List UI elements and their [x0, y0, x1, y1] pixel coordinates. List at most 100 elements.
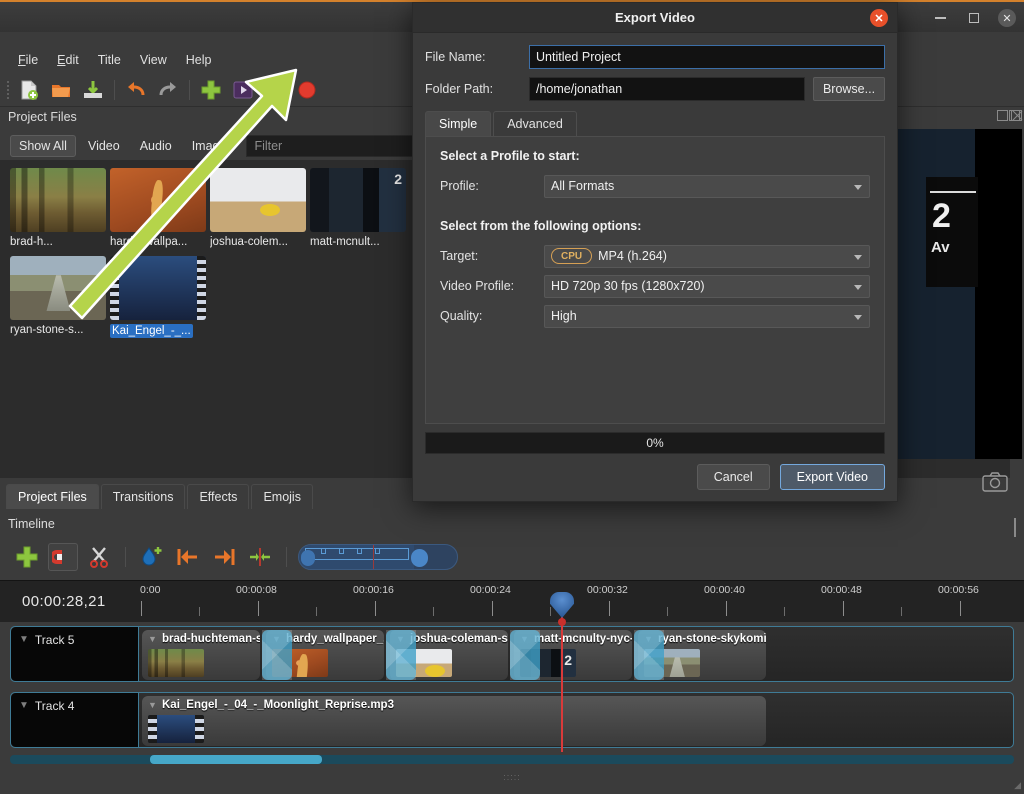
- file-item[interactable]: matt-mcnult...: [310, 168, 409, 248]
- dialog-buttons: Cancel Export Video: [413, 454, 897, 490]
- target-select[interactable]: CPU MP4 (h.264): [544, 244, 870, 268]
- transition-clip[interactable]: [262, 630, 292, 680]
- transition-clip[interactable]: [510, 630, 540, 680]
- timeline-hscrollbar[interactable]: [10, 755, 1014, 764]
- timeline-dock-buttons: [1014, 518, 1016, 537]
- browse-button[interactable]: Browse...: [813, 77, 885, 101]
- maximize-button[interactable]: [964, 8, 984, 28]
- chevron-down-icon: [854, 254, 862, 260]
- chevron-down-icon[interactable]: ▼: [19, 633, 29, 647]
- chevron-down-icon: [854, 284, 862, 290]
- snapping-magnet-icon[interactable]: [48, 543, 78, 571]
- next-marker-icon[interactable]: [209, 543, 239, 571]
- folder-path-input[interactable]: /home/jonathan: [529, 77, 805, 101]
- open-project-icon[interactable]: [46, 76, 76, 104]
- animated-title-icon[interactable]: [228, 76, 258, 104]
- file-item[interactable]: ryan-stone-s...: [10, 256, 109, 343]
- toolbar-separator: [114, 79, 115, 100]
- tab-project-files[interactable]: Project Files: [6, 484, 99, 509]
- record-icon[interactable]: [292, 76, 322, 104]
- track-row[interactable]: ▼ Track 5 ▼ brad-huchteman-s... ▼ hardy_…: [10, 626, 1014, 682]
- quality-select[interactable]: High: [544, 304, 870, 328]
- export-video-button[interactable]: Export Video: [779, 464, 885, 490]
- track-header[interactable]: ▼ Track 5: [11, 627, 139, 681]
- zoom-handle-left[interactable]: [301, 550, 315, 566]
- tab-advanced[interactable]: Advanced: [493, 111, 577, 136]
- add-marker-icon[interactable]: [137, 543, 167, 571]
- razor-cut-icon[interactable]: [84, 543, 114, 571]
- float-preview-icon[interactable]: [997, 110, 1008, 121]
- import-files-icon[interactable]: [196, 76, 226, 104]
- file-label: hardy_wallpa...: [110, 236, 188, 248]
- menu-file[interactable]: File: [10, 50, 46, 70]
- ruler-label: 00:00:48: [821, 584, 862, 596]
- chevron-down-icon[interactable]: ▼: [148, 700, 157, 710]
- redo-icon[interactable]: [153, 76, 183, 104]
- previous-marker-icon[interactable]: [173, 543, 203, 571]
- tab-emojis[interactable]: Emojis: [251, 484, 313, 509]
- quality-value: High: [551, 309, 577, 323]
- simple-tab-panel: Select a Profile to start: Profile: All …: [425, 136, 885, 424]
- transition-clip[interactable]: [386, 630, 416, 680]
- filter-video-button[interactable]: Video: [80, 136, 128, 156]
- timeline-ruler[interactable]: 00:00:28,21 0:00 00:00:08 00:00:16 00:00…: [0, 580, 1024, 622]
- file-item[interactable]: joshua-colem...: [210, 168, 309, 248]
- file-thumbnail: [310, 168, 406, 232]
- new-project-icon[interactable]: [14, 76, 44, 104]
- transition-clip[interactable]: [634, 630, 664, 680]
- playhead[interactable]: [550, 592, 574, 752]
- dialog-titlebar: Export Video ✕: [413, 3, 897, 33]
- profile-select[interactable]: All Formats: [544, 174, 870, 198]
- profile-label: Profile:: [440, 179, 479, 193]
- tab-effects[interactable]: Effects: [187, 484, 250, 509]
- video-profile-label: Video Profile:: [440, 279, 515, 293]
- close-dialog-button[interactable]: ✕: [870, 9, 888, 27]
- undo-icon[interactable]: [121, 76, 151, 104]
- filter-image-button[interactable]: Image: [184, 136, 235, 156]
- video-preview-dock: 2 Av: [896, 107, 1024, 507]
- scrollbar-thumb[interactable]: [150, 755, 322, 764]
- center-playhead-icon[interactable]: [245, 543, 275, 571]
- export-progress-bar: 0%: [425, 432, 885, 454]
- timeline-zoom-slider[interactable]: [298, 544, 458, 570]
- export-video-icon[interactable]: [260, 76, 290, 104]
- file-item[interactable]: hardy_wallpa...: [110, 168, 209, 248]
- file-name-input[interactable]: Untitled Project: [529, 45, 885, 69]
- chevron-down-icon[interactable]: ▼: [19, 699, 29, 713]
- openshot-main-window: * Untitled Proj ✕ File Edit Title View H…: [0, 0, 1024, 794]
- dialog-title: Export Video: [615, 10, 695, 25]
- save-project-icon[interactable]: [78, 76, 108, 104]
- video-profile-select[interactable]: HD 720p 30 fps (1280x720): [544, 274, 870, 298]
- timeline-clip[interactable]: ▼ brad-huchteman-s...: [142, 630, 260, 680]
- close-window-button[interactable]: ✕: [998, 9, 1016, 27]
- chevron-down-icon[interactable]: ▼: [148, 634, 157, 644]
- timeline-clip[interactable]: ▼ Kai_Engel_-_04_-_Moonlight_Reprise.mp3: [142, 696, 766, 746]
- add-track-icon[interactable]: [12, 543, 42, 571]
- clip-thumbnail: [148, 715, 204, 743]
- ruler-label: 00:00:24: [470, 584, 511, 596]
- clip-thumbnail: [148, 649, 204, 677]
- file-item-selected[interactable]: Kai_Engel_-_...: [110, 256, 209, 343]
- menu-edit[interactable]: Edit: [49, 50, 87, 70]
- filter-audio-button[interactable]: Audio: [132, 136, 180, 156]
- track-header[interactable]: ▼ Track 4: [11, 693, 139, 747]
- close-preview-icon[interactable]: [1011, 110, 1022, 121]
- track-row[interactable]: ▼ Track 4 ▼ Kai_Engel_-_04_-_Moonlight_R…: [10, 692, 1014, 748]
- minimize-button[interactable]: [930, 8, 950, 28]
- zoom-handle-right[interactable]: [411, 549, 428, 567]
- toolbar-grip[interactable]: [4, 79, 12, 101]
- resize-grip[interactable]: ◢: [1014, 780, 1021, 791]
- cancel-button[interactable]: Cancel: [696, 464, 770, 490]
- filter-show-all-button[interactable]: Show All: [10, 135, 76, 157]
- float-timeline-icon[interactable]: [1014, 518, 1016, 537]
- tab-simple[interactable]: Simple: [425, 111, 492, 136]
- video-preview-surface[interactable]: 2 Av: [898, 129, 1022, 459]
- tab-transitions[interactable]: Transitions: [100, 484, 186, 509]
- clip-label: brad-huchteman-s...: [162, 633, 260, 645]
- file-thumbnail: [10, 168, 106, 232]
- file-item[interactable]: brad-h...: [10, 168, 109, 248]
- menu-help[interactable]: Help: [178, 50, 220, 70]
- timeline-separator: [286, 547, 287, 567]
- menu-title[interactable]: Title: [90, 50, 129, 70]
- menu-view[interactable]: View: [132, 50, 175, 70]
